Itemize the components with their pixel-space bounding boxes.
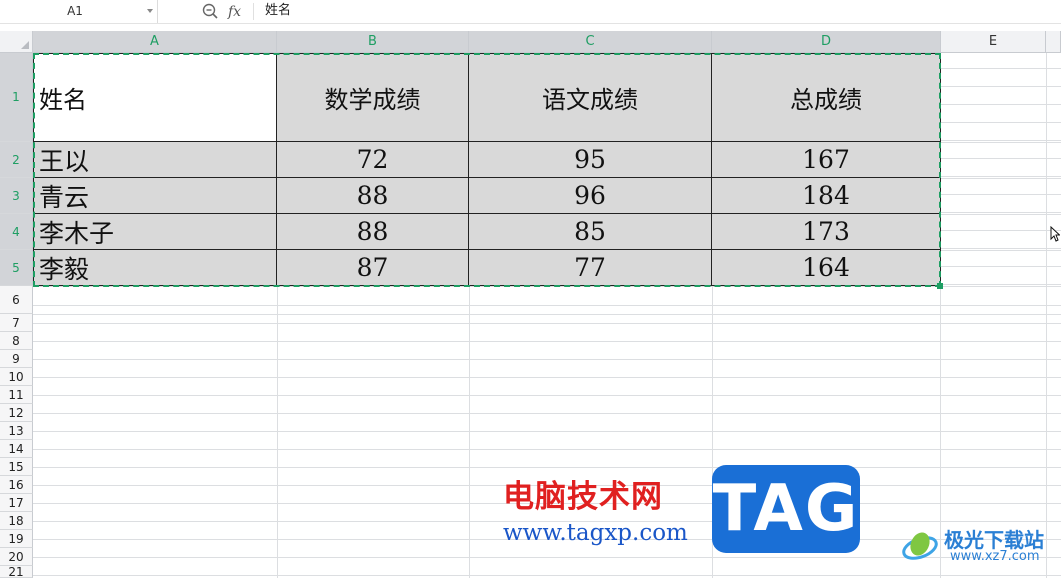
row-header[interactable]: 2 <box>0 142 33 178</box>
row-header[interactable]: 20 <box>0 548 33 566</box>
cell-d1[interactable]: 总成绩 <box>712 53 941 142</box>
watermark-site-url: www.xz7.com <box>950 549 1040 564</box>
row-header[interactable]: 17 <box>0 494 33 512</box>
cell-c1[interactable]: 语文成绩 <box>469 53 712 142</box>
column-header-f[interactable] <box>1046 31 1061 53</box>
row-header[interactable]: 16 <box>0 476 33 494</box>
cell-d3[interactable]: 184 <box>712 178 941 214</box>
cell-reference[interactable]: A1 <box>0 0 150 23</box>
row-header[interactable]: 7 <box>0 314 33 332</box>
cell-b3[interactable]: 88 <box>277 178 469 214</box>
cell-c5[interactable]: 77 <box>469 250 712 286</box>
grid-line <box>1046 53 1047 578</box>
formula-bar-divider <box>253 3 254 20</box>
row-header[interactable]: 19 <box>0 530 33 548</box>
cell-a2[interactable]: 王以 <box>33 142 277 178</box>
row-header[interactable]: 11 <box>0 386 33 404</box>
row-header[interactable]: 10 <box>0 368 33 386</box>
grid-line <box>33 314 1061 315</box>
cell-c3[interactable]: 96 <box>469 178 712 214</box>
watermark-title: 电脑技术网 <box>503 479 663 515</box>
cell-d5[interactable]: 164 <box>712 250 941 286</box>
cell-d4[interactable]: 173 <box>712 214 941 250</box>
name-box-dropdown-icon[interactable] <box>147 9 153 13</box>
row-header[interactable]: 6 <box>0 286 33 314</box>
row-header[interactable]: 12 <box>0 404 33 422</box>
select-all-icon <box>21 41 29 49</box>
cell-c2[interactable]: 95 <box>469 142 712 178</box>
column-header-b[interactable]: B <box>277 31 469 53</box>
cell-b5[interactable]: 87 <box>277 250 469 286</box>
row-header[interactable]: 15 <box>0 458 33 476</box>
row-header[interactable]: 1 <box>0 53 33 142</box>
select-all-corner[interactable] <box>0 31 33 53</box>
column-header-d[interactable]: D <box>712 31 941 53</box>
watermark-tag-text: TAG <box>712 472 860 546</box>
row-header[interactable]: 8 <box>0 332 33 350</box>
cell-b2[interactable]: 72 <box>277 142 469 178</box>
cell-a5[interactable]: 李毅 <box>33 250 277 286</box>
cell-b1[interactable]: 数学成绩 <box>277 53 469 142</box>
formula-input[interactable]: 姓名 <box>265 0 1045 23</box>
row-header[interactable]: 5 <box>0 250 33 286</box>
cell-d2[interactable]: 167 <box>712 142 941 178</box>
row-header[interactable]: 21 <box>0 565 33 578</box>
cell-a1[interactable]: 姓名 <box>33 53 277 142</box>
grid-line <box>33 286 1061 287</box>
row-header[interactable]: 18 <box>0 512 33 530</box>
cell-a3[interactable]: 青云 <box>33 178 277 214</box>
insert-function-button[interactable]: fx <box>228 1 241 23</box>
zoom-out-icon[interactable] <box>202 3 219 20</box>
name-box[interactable]: A1 <box>0 0 158 23</box>
watermark-url: www.tagxp.com <box>503 520 688 546</box>
cell-b4[interactable]: 88 <box>277 214 469 250</box>
row-header[interactable]: 14 <box>0 440 33 458</box>
row-header[interactable]: 3 <box>0 178 33 214</box>
watermark-tag-logo: TAG <box>712 465 860 553</box>
cell-a4[interactable]: 李木子 <box>33 214 277 250</box>
row-header[interactable]: 4 <box>0 214 33 250</box>
formula-bar: A1 fx 姓名 <box>0 0 1061 24</box>
aurora-logo-icon <box>902 532 938 560</box>
column-header-c[interactable]: C <box>469 31 712 53</box>
row-header[interactable]: 13 <box>0 422 33 440</box>
pointer-cursor-icon <box>1050 226 1060 242</box>
row-header[interactable]: 9 <box>0 350 33 368</box>
column-header-e[interactable]: E <box>941 31 1046 53</box>
cell-c4[interactable]: 85 <box>469 214 712 250</box>
column-header-a[interactable]: A <box>33 31 277 53</box>
